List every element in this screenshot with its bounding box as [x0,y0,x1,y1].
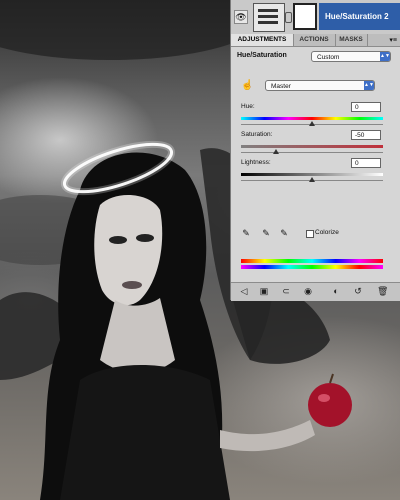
adjustments-panel: 👁 Hue/Saturation 2 ADJUSTMENTS ACTIONS M… [230,0,400,301]
lightness-label: Lightness: [241,159,271,166]
adjustment-title: Hue/Saturation [237,52,287,59]
hue-input[interactable]: 0 [351,102,381,112]
saturation-input[interactable]: -50 [351,130,381,140]
panel-tabs: ADJUSTMENTS ACTIONS MASKS ▾≡ [231,34,400,47]
tab-masks[interactable]: MASKS [335,34,368,46]
tab-actions[interactable]: ACTIONS [293,34,336,46]
clip-layer-icon[interactable]: ⊂ [281,286,291,297]
lightness-slider-thumb[interactable] [309,177,315,182]
panel-footer: ◁ ▣ ⊂ ◉ ◐ ↺ 🗑 [231,282,400,301]
layer-name[interactable]: Hue/Saturation 2 [319,3,400,30]
back-arrow-icon[interactable]: ◁ [239,286,249,297]
saturation-bar [241,145,383,148]
chevron-down-icon: ▲▼ [380,52,390,61]
eyedropper-icon[interactable]: ✎ [241,228,251,238]
trash-icon[interactable]: 🗑 [377,286,388,297]
lightness-bar [241,173,383,176]
reset-icon[interactable]: ↺ [353,286,363,297]
hand-scrubby-icon[interactable]: ☝ [241,80,253,92]
view-previous-icon[interactable]: ◐ [331,286,341,297]
panel-menu-icon[interactable]: ▾≡ [389,36,397,44]
lightness-input[interactable]: 0 [351,158,381,168]
hue-label: Hue: [241,103,255,110]
chevron-down-icon: ▲▼ [364,81,374,90]
eye-icon[interactable]: 👁 [234,10,248,24]
channel-value: Master [271,83,291,90]
channel-select[interactable]: Master ▲▼ [265,80,375,91]
input-spectrum-bar [241,259,383,263]
expand-view-icon[interactable]: ▣ [259,286,269,297]
output-spectrum-bar [241,265,383,269]
adjustment-layer-thumbnail[interactable] [253,3,285,32]
tab-adjustments[interactable]: ADJUSTMENTS [231,34,294,46]
layer-row[interactable]: 👁 Hue/Saturation 2 [231,0,400,35]
colorize-checkbox[interactable] [306,230,314,238]
eyedropper-minus-icon[interactable]: ✎ [279,228,289,238]
saturation-slider-track[interactable] [241,152,383,153]
colorize-label: Colorize [315,229,339,236]
preset-select[interactable]: Custom ▲▼ [311,51,391,62]
visibility-icon[interactable]: ◉ [303,286,313,297]
hue-slider-thumb[interactable] [309,121,315,126]
eyedropper-plus-icon[interactable]: ✎ [261,228,271,238]
link-icon[interactable] [285,12,292,23]
saturation-label: Saturation: [241,131,273,138]
hue-spectrum-bar [241,117,383,120]
saturation-slider-thumb[interactable] [273,149,279,154]
preset-value: Custom [317,54,340,61]
layer-mask-thumbnail[interactable] [293,3,317,30]
